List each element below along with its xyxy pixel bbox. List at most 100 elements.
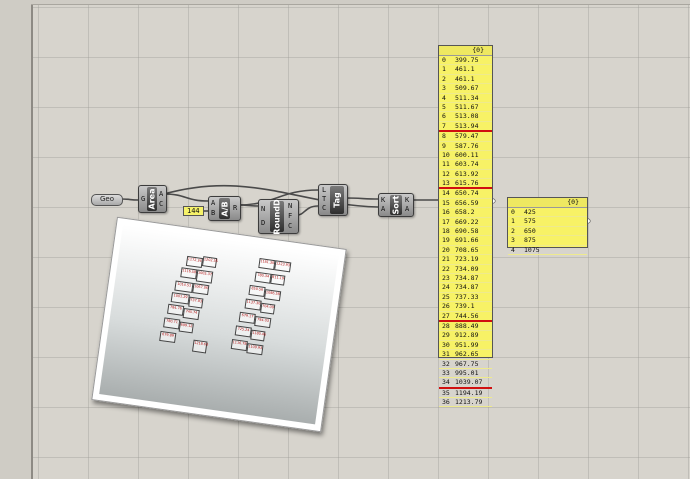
panel-row: 1 575 [508,217,587,227]
panel-row: 34 1039.07 [439,378,492,389]
row-value: 461.1 [455,74,475,83]
plan-room: 1180.45 [250,329,266,342]
row-index: 21 [442,255,450,264]
panel-row: 1 461.1 [439,65,492,75]
panel-row: 16 658.2 [439,208,492,218]
round-output-c[interactable]: C [288,222,292,230]
tag-input-c[interactable]: C [322,204,326,212]
panel-rows: 0 425 1 575 2 650 3 875 4 1075 [508,208,587,255]
tag-label: Tag [332,192,342,208]
row-index: 33 [442,368,450,377]
plan-room: 780.34 [254,271,272,284]
panel-row: 36 1213.79 [439,398,492,408]
row-index: 11 [442,160,450,169]
row-value: 603.74 [455,160,479,169]
row-index: 3 [442,84,446,93]
plan-room: 1116.78 [230,338,248,352]
row-index: 8 [442,132,446,141]
row-value: 708.65 [455,245,479,254]
row-index: 30 [442,340,450,349]
number-slider[interactable]: 144 [183,206,204,216]
divide-output-r[interactable]: R [233,204,237,212]
row-index: 34 [442,378,450,387]
divide-input-b[interactable]: B [211,209,215,217]
plan-room: 1137.30 [244,298,262,311]
wire-geo-area [120,198,139,201]
row-index: 16 [442,208,450,217]
panel-row: 28 888.49 [439,321,492,332]
round-output-n[interactable]: N [288,202,292,210]
area-output-a[interactable]: A [159,190,163,198]
floor-plan-preview: 1172.34 1202.56 1116.58 1005.37 1014.51 1067.… [91,216,347,433]
tag-input-t[interactable]: T [322,195,326,203]
panel-row: 6 513.08 [439,112,492,122]
geo-label: Geo [99,195,114,203]
plan-room: 1172.34 [185,255,204,269]
row-value: 888.49 [455,321,479,330]
panel-row: 3 875 [508,236,587,246]
row-index: 28 [442,321,450,330]
round-input-d[interactable]: D [261,219,265,227]
plan-room: 1001.29 [170,292,190,305]
sort-output-a[interactable]: A [405,205,409,213]
row-index: 35 [442,388,450,397]
row-index: 25 [442,292,450,301]
sort-input-k[interactable]: K [381,196,385,204]
divide-component[interactable]: A/B A B R [208,196,241,221]
row-value: 575 [524,217,536,226]
plan-room: 699.12 [178,321,194,334]
row-value: 511.67 [455,102,479,111]
round-input-n[interactable]: N [261,205,265,213]
row-index: 2 [442,74,446,83]
row-index: 31 [442,350,450,359]
sorted-values-panel[interactable]: {0} 0 399.75 1 461.1 2 461.1 3 509.67 4 511.34 5 51… [438,45,493,408]
row-value: 744.56 [455,311,479,320]
area-output-c[interactable]: C [159,200,163,208]
row-index: 2 [511,226,515,235]
sort-input-a[interactable]: A [381,205,385,213]
tag-component[interactable]: Tag L T C [318,184,348,216]
panel-row: 35 1194.19 [439,388,492,399]
row-index: 1 [511,217,515,226]
plan-room: 850.56 [248,284,266,298]
round-output-f[interactable]: F [288,212,292,220]
panel-row: 15 656.59 [439,198,492,209]
area-input-g[interactable]: G [141,195,145,203]
plan-room: 1223.93 [274,260,292,273]
row-index: 3 [511,236,515,245]
panel-row: 26 739.1 [439,302,492,312]
geo-param[interactable]: Geo [91,194,123,206]
row-value: 734.09 [455,264,479,273]
row-value: 587.76 [455,141,479,150]
canvas-top-edge [31,0,690,5]
divide-input-a[interactable]: A [211,199,215,207]
row-value: 511.34 [455,93,479,102]
row-index: 20 [442,245,450,254]
plan-room: 737.83 [188,296,204,309]
row-value: 656.59 [455,198,479,207]
row-index: 15 [442,198,450,207]
plan-room: 1067.06 [192,283,210,296]
panel-row: 19 691.66 [439,236,492,246]
panel-row: 0 425 [508,208,587,218]
threshold-panel[interactable]: {0} 0 425 1 575 2 650 3 875 4 1075 [507,197,588,255]
panel-row: 0 399.75 [439,56,492,66]
grasshopper-canvas[interactable]: Geo Area G A C 144 A/B A B R RoundD N D … [0,0,690,479]
sort-output-k[interactable]: K [405,196,409,204]
row-value: 951.99 [455,340,479,349]
row-index: 14 [442,189,450,198]
row-value: 875 [524,236,536,245]
sort-core: Sort [390,195,402,215]
sort-component[interactable]: Sort K A K A [378,193,414,217]
row-index: 5 [442,102,446,111]
row-index: 29 [442,331,450,340]
area-component[interactable]: Area G A C [138,185,167,213]
round-component[interactable]: RoundD N D N F C [258,199,299,234]
row-value: 967.75 [455,359,479,368]
panel-row: 33 995.01 [439,368,492,379]
row-index: 9 [442,141,446,150]
row-index: 4 [511,245,515,254]
plan-room: 1109.93 [246,343,264,356]
tag-input-l[interactable]: L [322,186,326,194]
panel-header: {0} [439,46,492,56]
